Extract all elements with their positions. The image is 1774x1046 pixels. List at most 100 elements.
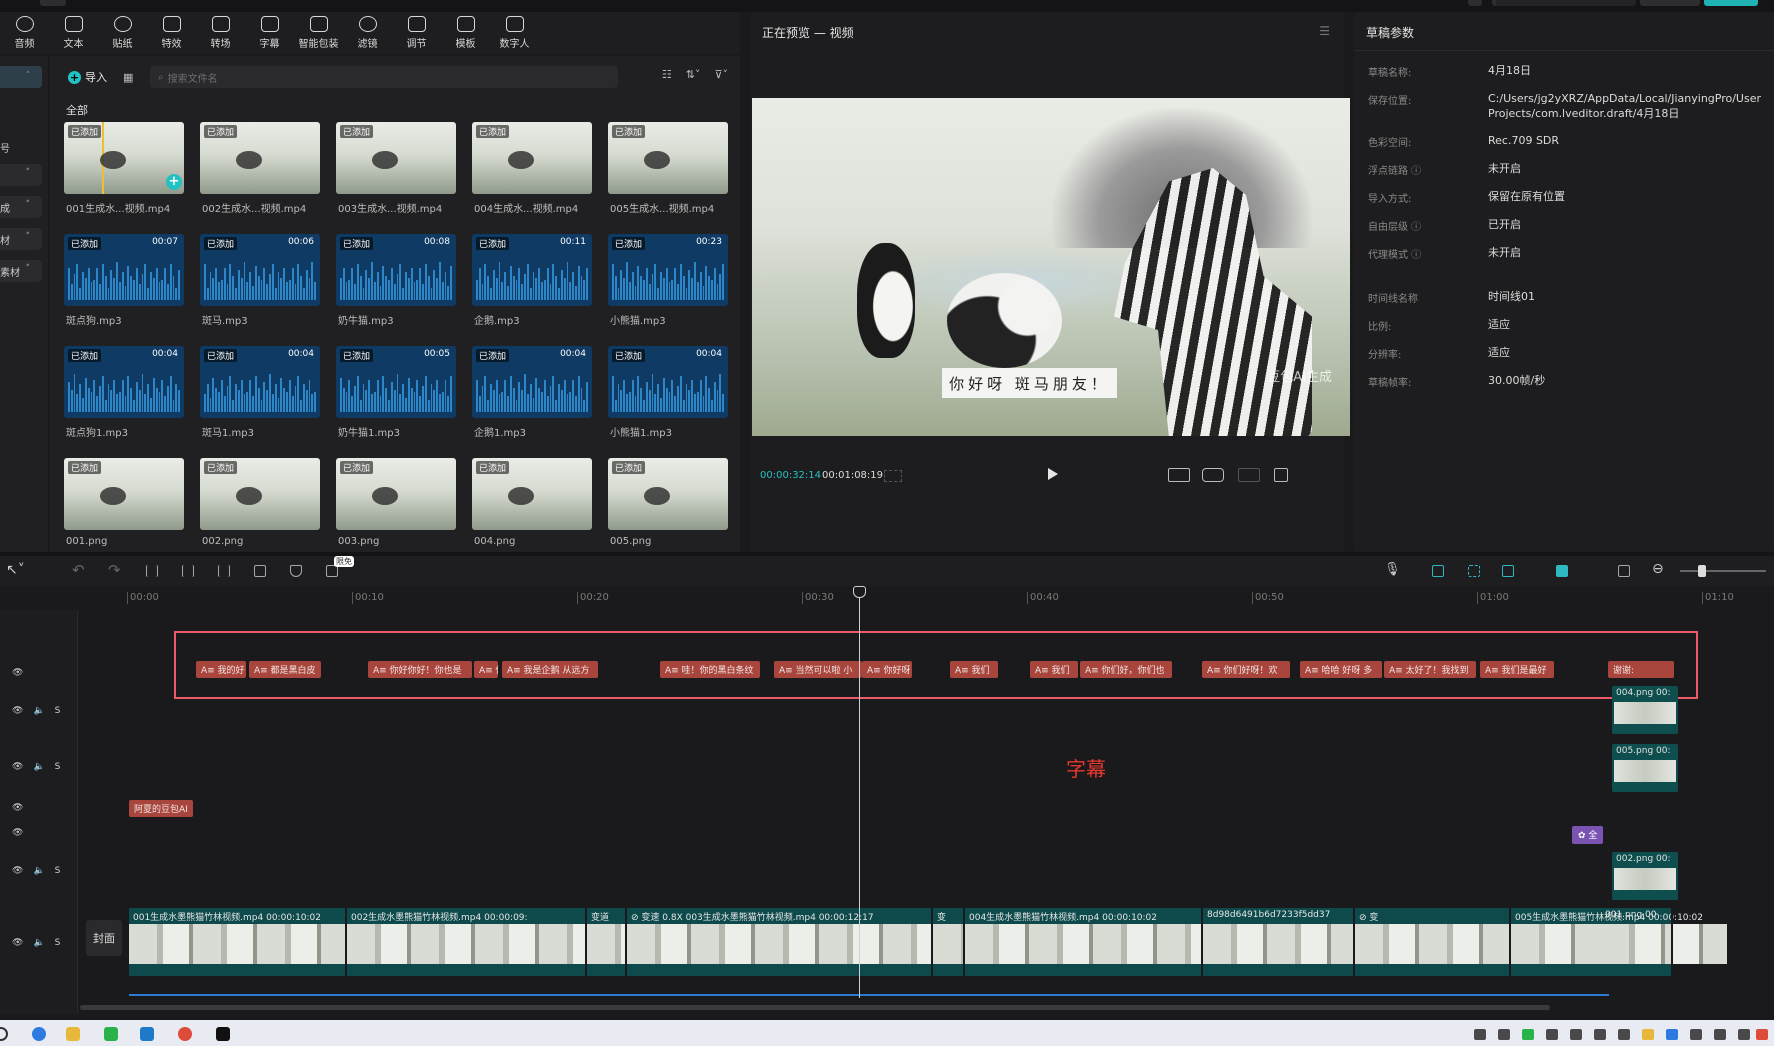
auto-snap-icon[interactable] [1468, 565, 1480, 577]
speaker-icon[interactable]: 🔈 [33, 762, 44, 772]
media-item[interactable]: 已添加 002生成水...视频.mp4 [200, 122, 320, 234]
microphone-icon[interactable]: 🎙 [1384, 562, 1401, 577]
eye-icon[interactable]: 👁 [12, 706, 23, 716]
wechat-icon[interactable] [104, 1027, 118, 1041]
search-icon[interactable] [0, 1027, 8, 1041]
chrome-icon[interactable] [178, 1027, 192, 1041]
video-clip[interactable]: 001生成水墨熊猫竹林视频.mp4 00:00:10:02 [129, 908, 347, 976]
horizontal-scrollbar[interactable] [80, 1005, 1550, 1010]
select-cursor-icon[interactable]: ↖˅ [6, 562, 25, 578]
linkage-icon[interactable] [1502, 565, 1514, 577]
cover-button[interactable]: 封面 [86, 920, 122, 956]
original-ratio-icon[interactable] [1168, 468, 1190, 482]
tray-icon[interactable] [1522, 1029, 1534, 1040]
tray-icon[interactable] [1498, 1029, 1510, 1040]
screenshot-icon[interactable] [1202, 468, 1224, 482]
solo-icon[interactable]: S [55, 762, 61, 772]
sort-icon[interactable]: ⇅˅ [686, 68, 701, 81]
fit-timeline-icon[interactable] [1618, 565, 1630, 577]
tray-icon[interactable] [1642, 1029, 1654, 1040]
video-clip[interactable]: 004生成水墨熊猫竹林视频.mp4 00:00:10:02 [965, 908, 1203, 976]
sidebar-item-1[interactable]: ˅ [0, 164, 42, 186]
tool-transition[interactable]: 转场 [196, 12, 245, 54]
video-clip[interactable]: ⊘ 变速 0.8X 003生成水墨熊猫竹林视频.mp4 00:00:12:17 [627, 908, 933, 976]
image-clip-002[interactable]: 002.png 00: [1612, 852, 1678, 900]
speaker-icon[interactable]: 🔈 [33, 706, 44, 716]
capcut-icon[interactable] [216, 1027, 230, 1041]
video-clip[interactable]: 8d98d6491b6d7233f5dd37 [1203, 908, 1355, 976]
split-right-icon[interactable] [218, 565, 230, 577]
media-item[interactable]: 已添加 +001生成水...视频.mp4 [64, 122, 184, 234]
eye-icon[interactable]: 👁 [12, 668, 23, 678]
zoom-out-icon[interactable]: ⊖ [1652, 561, 1664, 577]
sidebar-item-0[interactable]: ˄ [0, 66, 42, 88]
tool-smart-package[interactable]: 智能包装 [294, 12, 343, 54]
tray-icon[interactable] [1570, 1029, 1582, 1040]
video-clip[interactable]: 001.png 00 [1601, 908, 1673, 976]
tool-audio[interactable]: 音频 [0, 12, 49, 54]
image-clip-005[interactable]: 005.png 00: [1612, 744, 1678, 792]
split-left-icon[interactable] [182, 565, 194, 577]
media-item[interactable]: 已添加 00:04 斑点狗1.mp3 [64, 346, 184, 458]
tool-effects[interactable]: 特效 [147, 12, 196, 54]
eye-icon[interactable]: 👁 [12, 938, 23, 948]
video-clip[interactable]: 002生成水墨熊猫竹林视频.mp4 00:00:09: [347, 908, 587, 976]
playhead-handle[interactable] [853, 586, 866, 598]
filter-all-label[interactable]: 全部 [66, 102, 88, 118]
media-item[interactable]: 已添加 00:11 企鹅.mp3 [472, 234, 592, 346]
solo-icon[interactable]: S [55, 938, 61, 948]
solo-icon[interactable]: S [55, 866, 61, 876]
redo-icon[interactable]: ↷ [108, 561, 121, 579]
tool-filter[interactable]: 滤镜 [343, 12, 392, 54]
filter-icon[interactable]: ⊽˅ [714, 68, 728, 81]
bluetooth-icon[interactable] [1666, 1029, 1678, 1040]
media-item[interactable]: 已添加 00:06 斑马.mp3 [200, 234, 320, 346]
preview-axis-icon[interactable] [1556, 565, 1568, 577]
menu-icon[interactable]: ☰ [1319, 24, 1330, 38]
media-item[interactable]: 已添加 00:04 斑马1.mp3 [200, 346, 320, 458]
main-track-magnet-icon[interactable] [1432, 565, 1444, 577]
shield-icon[interactable] [290, 565, 302, 577]
video-clip[interactable]: ⊘ 变 [1355, 908, 1511, 976]
tray-icon[interactable] [1594, 1029, 1606, 1040]
tool-text[interactable]: 文本 [49, 12, 98, 54]
tray-icon[interactable] [1546, 1029, 1558, 1040]
tool-digital-human[interactable]: 数字人 [490, 12, 539, 54]
folder-icon[interactable] [66, 1027, 80, 1041]
fullscreen-icon[interactable] [1274, 468, 1288, 482]
zoom-slider[interactable] [1680, 570, 1766, 572]
eye-icon[interactable]: 👁 [12, 762, 23, 772]
tray-icon[interactable] [1618, 1029, 1630, 1040]
vscode-icon[interactable] [140, 1027, 154, 1041]
sidebar-item-3[interactable]: 材 ˅ [0, 228, 42, 250]
tray-icon[interactable] [1756, 1029, 1768, 1040]
media-item[interactable]: 已添加 004生成水...视频.mp4 [472, 122, 592, 234]
grid-view-icon[interactable]: ▦ [123, 71, 133, 84]
play-button[interactable] [1048, 468, 1058, 480]
media-item[interactable]: 已添加 00:04 企鹅1.mp3 [472, 346, 592, 458]
tray-icon[interactable] [1690, 1029, 1702, 1040]
media-item[interactable]: 已添加 00:05 奶牛猫1.mp3 [336, 346, 456, 458]
export-button[interactable] [1704, 0, 1758, 6]
tray-icon[interactable] [1474, 1029, 1486, 1040]
undo-icon[interactable]: ↶ [72, 561, 85, 579]
sidebar-item-4[interactable]: 素材 ˅ [0, 260, 42, 282]
image-clip-004[interactable]: 004.png 00: [1612, 686, 1678, 734]
media-item[interactable]: 已添加 005生成水...视频.mp4 [608, 122, 728, 234]
tool-adjust[interactable]: 调节 [392, 12, 441, 54]
tool-caption[interactable]: 字幕 [245, 12, 294, 54]
tool-sticker[interactable]: 贴纸 [98, 12, 147, 54]
sidebar-item-2[interactable]: 成 ˅ [0, 196, 42, 218]
media-item[interactable]: 已添加 00:07 斑点狗.mp3 [64, 234, 184, 346]
preview-canvas[interactable]: 你好呀 斑马朋友！ 豆包AI生成 [752, 98, 1350, 436]
media-item[interactable]: 已添加 00:08 奶牛猫.mp3 [336, 234, 456, 346]
eye-icon[interactable]: 👁 [12, 866, 23, 876]
media-item[interactable]: 已添加 003生成水...视频.mp4 [336, 122, 456, 234]
tray-icon[interactable] [1738, 1029, 1750, 1040]
tray-icon[interactable] [1714, 1029, 1726, 1040]
speaker-icon[interactable]: 🔈 [33, 938, 44, 948]
grid-icon[interactable] [884, 470, 902, 482]
split-icon[interactable] [146, 565, 158, 577]
speaker-icon[interactable]: 🔈 [33, 866, 44, 876]
import-button[interactable]: + 导入 [60, 66, 115, 88]
